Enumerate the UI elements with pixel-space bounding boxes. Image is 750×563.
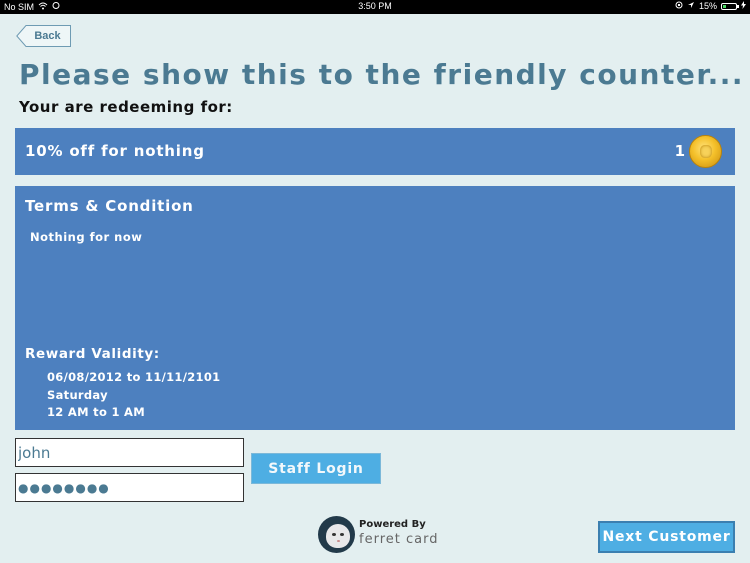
page-title: Please show this to the friendly counter…	[19, 58, 745, 91]
terms-text: Nothing for now	[30, 230, 143, 244]
password-input[interactable]: ●●●●●●●●	[15, 473, 244, 502]
terms-panel: Terms & Condition Nothing for now Reward…	[15, 186, 735, 430]
powered-by: Powered By ferret card	[318, 516, 448, 554]
orientation-lock-icon	[675, 1, 683, 11]
battery-percent: 15%	[698, 1, 717, 11]
back-button-label: Back	[34, 30, 61, 42]
gold-coin-icon	[689, 135, 722, 168]
username-input[interactable]	[15, 438, 244, 467]
next-customer-button[interactable]: Next Customer	[598, 521, 735, 553]
validity-details: 06/08/2012 to 11/11/2101 Saturday 12 AM …	[47, 369, 220, 422]
reward-name: 10% off for nothing	[25, 142, 205, 160]
validity-title: Reward Validity:	[25, 346, 160, 362]
redeeming-subtitle: Your are redeeming for:	[19, 98, 233, 116]
brand-name: ferret card	[359, 532, 439, 547]
ferret-logo-icon	[318, 516, 355, 553]
status-bar: No SIM 3:50 PM 15%	[0, 0, 750, 14]
back-button[interactable]: Back	[16, 25, 71, 47]
reward-points: 1	[674, 142, 685, 160]
terms-title: Terms & Condition	[25, 197, 194, 215]
battery-icon	[721, 2, 739, 10]
validity-dates: 06/08/2012 to 11/11/2101	[47, 370, 221, 384]
staff-login-button[interactable]: Staff Login	[251, 453, 381, 484]
validity-day: Saturday	[47, 387, 108, 402]
status-right: 15%	[675, 1, 746, 11]
powered-by-label: Powered By	[359, 519, 426, 530]
charging-icon	[741, 1, 746, 11]
reward-bar: 10% off for nothing 1	[15, 128, 735, 175]
status-time: 3:50 PM	[358, 1, 392, 11]
location-icon	[687, 1, 695, 11]
validity-hours: 12 AM to 1 AM	[47, 405, 146, 419]
